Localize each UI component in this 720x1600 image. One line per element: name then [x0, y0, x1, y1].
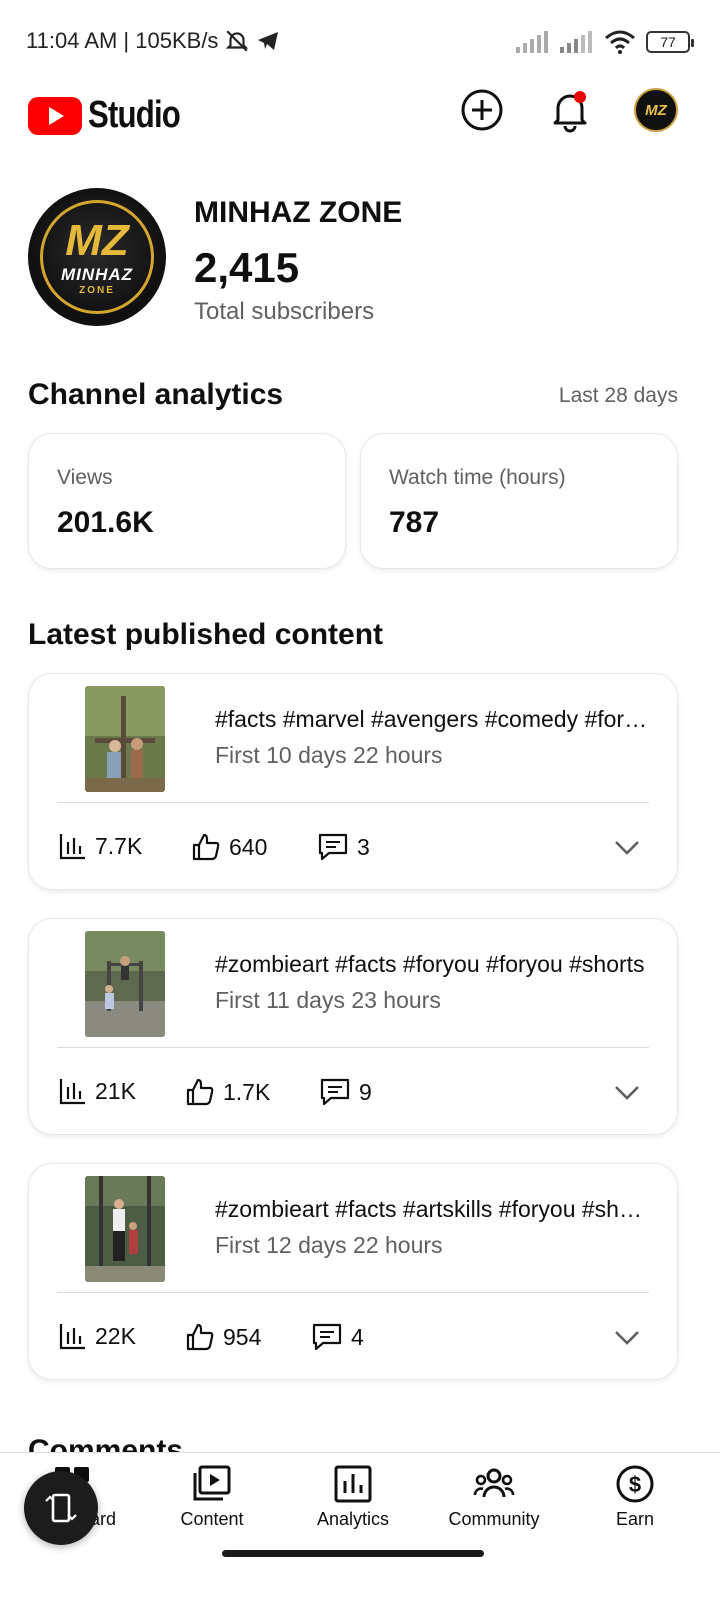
video-title: #facts #marvel #avengers #comedy #foryou [215, 706, 651, 732]
logo-text: Studio [88, 94, 181, 136]
comments-value: 9 [359, 1078, 372, 1105]
battery-icon: 77 [646, 31, 694, 53]
comments-heading: Comments [28, 1434, 184, 1452]
views-value: 22K [95, 1322, 136, 1349]
avatar-mark: MZ [65, 215, 129, 265]
content-card[interactable]: #zombieart #facts #artskills #foryou #sh… [28, 1163, 678, 1380]
likes-stat: 954 [185, 1322, 261, 1352]
latest-title: Latest published content [28, 618, 384, 651]
create-icon[interactable] [458, 86, 506, 134]
video-subtitle: First 12 days 22 hours [215, 1232, 443, 1258]
telegram-icon [258, 32, 279, 50]
metric-label: Views [57, 466, 113, 489]
divider [57, 1047, 649, 1048]
community-icon [473, 1468, 515, 1498]
nav-earn[interactable]: $ Earn [565, 1463, 705, 1530]
nav-analytics[interactable]: Analytics [283, 1463, 423, 1530]
status-right: 77 [516, 30, 694, 54]
status-time: 11:04 AM | 105KB/s [26, 28, 219, 53]
nav-content[interactable]: Content [142, 1463, 282, 1530]
likes-stat: 1.7K [185, 1077, 270, 1107]
video-title: #zombieart #facts #artskills #foryou #sh… [215, 1196, 651, 1222]
views-value: 7.7K [95, 832, 143, 859]
nav-community[interactable]: Community [424, 1463, 564, 1530]
views-card[interactable]: Views 201.6K [28, 433, 346, 569]
chevron-down-icon[interactable] [613, 1079, 641, 1107]
video-thumbnail [85, 931, 165, 1037]
notifications-icon[interactable] [546, 86, 594, 134]
youtube-studio-logo: Studio [28, 94, 200, 137]
nav-label: Content [180, 1509, 244, 1529]
nav-label: Earn [615, 1509, 655, 1529]
content-icon [193, 1465, 231, 1501]
bar-chart-icon [59, 1324, 85, 1350]
comment-icon [312, 1323, 342, 1351]
comments-value: 3 [357, 833, 370, 860]
avatar-initials: MZ [645, 101, 667, 119]
signal-2-icon [560, 31, 592, 53]
video-thumbnail [85, 686, 165, 792]
analytics-icon [334, 1465, 372, 1503]
comments-stat: 3 [317, 832, 370, 862]
avatar-tag: ZONE [79, 284, 115, 296]
home-indicator[interactable] [222, 1550, 484, 1557]
nav-label: Community [448, 1509, 540, 1529]
metric-label: Watch time (hours) [389, 466, 566, 489]
floating-rotate-button[interactable] [24, 1471, 98, 1545]
video-subtitle: First 11 days 23 hours [215, 987, 441, 1013]
video-title: #zombieart #facts #foryou #foryou #short… [215, 951, 645, 977]
likes-value: 954 [223, 1323, 262, 1350]
analytics-title: Channel analytics [28, 378, 284, 411]
views-stat: 21K [59, 1077, 136, 1105]
chevron-down-icon[interactable] [613, 1324, 641, 1352]
comments-stat: 9 [319, 1077, 372, 1107]
channel-avatar: MZ MINHAZ ZONE [28, 188, 166, 326]
comment-icon [318, 833, 348, 861]
content-card[interactable]: #facts #marvel #avengers #comedy #foryou… [28, 673, 678, 890]
chevron-down-icon[interactable] [613, 834, 641, 862]
bell-muted-icon [226, 30, 249, 52]
analytics-period: Last 28 days [558, 384, 678, 407]
thumbs-up-icon [186, 1078, 214, 1106]
video-thumbnail [85, 1176, 165, 1282]
status-left: 11:04 AM | 105KB/s [26, 28, 280, 54]
wifi-icon [605, 30, 635, 54]
signal-icon [516, 31, 548, 53]
views-stat: 7.7K [59, 832, 142, 860]
nav-label: Analytics [316, 1509, 390, 1529]
views-value: 21K [95, 1077, 136, 1104]
metric-value: 201.6K [57, 506, 154, 539]
svg-text:$: $ [629, 1472, 641, 1497]
status-bar: 11:04 AM | 105KB/s 77 [0, 0, 720, 86]
bar-chart-icon [59, 1079, 85, 1105]
metric-value: 787 [389, 506, 440, 539]
rotate-phone-icon [45, 1493, 77, 1523]
content-card[interactable]: #zombieart #facts #foryou #foryou #short… [28, 918, 678, 1135]
channel-name: MINHAZ ZONE [194, 196, 403, 229]
watch-time-card[interactable]: Watch time (hours) 787 [360, 433, 678, 569]
likes-value: 1.7K [223, 1078, 271, 1105]
comments-value: 4 [351, 1323, 364, 1350]
account-avatar[interactable]: MZ [634, 88, 678, 132]
comment-icon [320, 1078, 350, 1106]
thumbs-up-icon [192, 833, 220, 861]
subscriber-label: Total subscribers [194, 298, 375, 325]
bottom-nav: Dashboard Content Analytics Community $ … [0, 1452, 720, 1600]
divider [57, 1292, 649, 1293]
comments-stat: 4 [311, 1322, 364, 1352]
divider [57, 802, 649, 803]
video-subtitle: First 10 days 22 hours [215, 742, 443, 768]
app-bar: Studio [0, 86, 720, 162]
thumbs-up-icon [186, 1323, 214, 1351]
likes-value: 640 [229, 833, 268, 860]
earn-icon: $ [616, 1465, 654, 1503]
views-stat: 22K [59, 1322, 136, 1350]
likes-stat: 640 [191, 832, 267, 862]
youtube-icon [28, 96, 82, 135]
avatar-name: MINHAZ [60, 264, 134, 284]
subscriber-count: 2,415 [194, 244, 300, 291]
bar-chart-icon [59, 834, 85, 860]
